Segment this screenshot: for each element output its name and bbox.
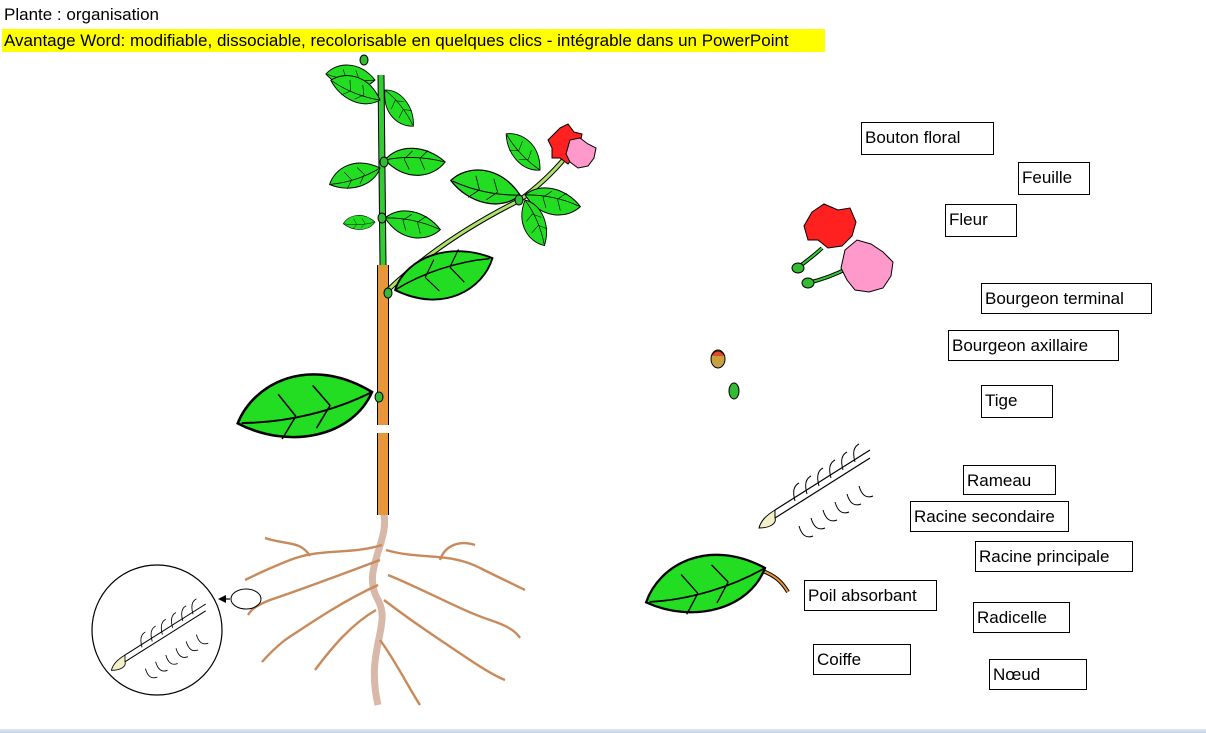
loose-buds: [710, 349, 740, 400]
label-coiffe[interactable]: Coiffe: [813, 644, 911, 675]
label-rameau[interactable]: Rameau: [963, 465, 1056, 495]
label-feuille[interactable]: Feuille: [1018, 162, 1090, 195]
label-tige[interactable]: Tige: [981, 385, 1053, 418]
plant-flowers: [547, 123, 597, 169]
main-stem: [375, 74, 567, 515]
label-poil-absorbant[interactable]: Poil absorbant: [804, 580, 937, 611]
label-radicelle[interactable]: Radicelle: [973, 602, 1070, 633]
window-bottom-edge: [0, 729, 1206, 733]
label-noeud[interactable]: Nœud: [989, 659, 1087, 690]
loose-leaf: [639, 546, 790, 621]
label-bourgeon-terminal[interactable]: Bourgeon terminal: [981, 283, 1152, 314]
label-bouton-floral[interactable]: Bouton floral: [861, 122, 994, 155]
zoom-circle: [91, 564, 262, 696]
label-racine-secondaire[interactable]: Racine secondaire: [910, 501, 1069, 532]
loose-root-hair: [758, 443, 874, 538]
loose-flower: [791, 203, 894, 293]
roots: [244, 508, 526, 706]
label-bourgeon-axillaire[interactable]: Bourgeon axillaire: [948, 330, 1119, 361]
label-fleur[interactable]: Fleur: [945, 204, 1017, 237]
plant-leaves: [232, 58, 584, 445]
label-racine-principale[interactable]: Racine principale: [975, 541, 1133, 572]
